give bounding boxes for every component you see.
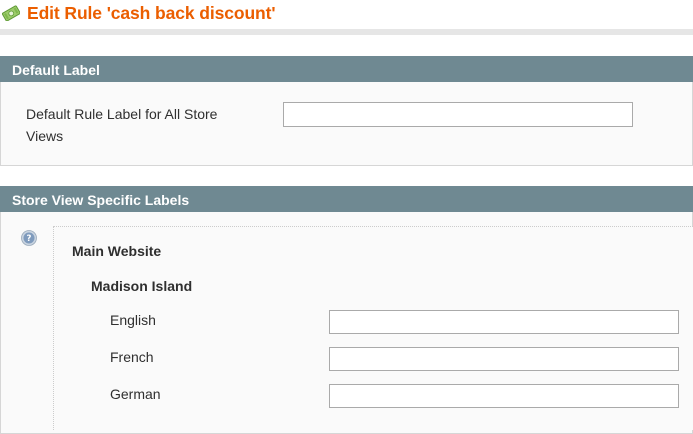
store-view-input-english[interactable] <box>329 310 679 334</box>
section-header-store-view-labels: Store View Specific Labels <box>0 186 693 212</box>
page-header: Edit Rule 'cash back discount' <box>0 0 693 30</box>
section-header-default-label: Default Label <box>0 56 693 82</box>
help-icon[interactable]: ? <box>21 230 37 246</box>
store-view-label-german: German <box>110 386 161 402</box>
svg-text:?: ? <box>27 234 32 244</box>
header-divider <box>0 29 693 35</box>
default-rule-label-input[interactable] <box>283 102 633 127</box>
store-view-input-german[interactable] <box>329 384 679 408</box>
default-rule-label-caption: Default Rule Label for All Store Views <box>26 106 218 144</box>
store-view-label-french: French <box>110 349 154 365</box>
store-name: Madison Island <box>91 278 193 294</box>
website-name: Main Website <box>72 243 162 259</box>
section-title: Default Label <box>12 62 100 78</box>
page-title: Edit Rule 'cash back discount' <box>27 3 276 23</box>
store-view-label-english: English <box>110 312 156 328</box>
rule-discount-icon <box>1 5 21 22</box>
store-view-input-french[interactable] <box>329 347 679 371</box>
section-title: Store View Specific Labels <box>12 192 190 208</box>
